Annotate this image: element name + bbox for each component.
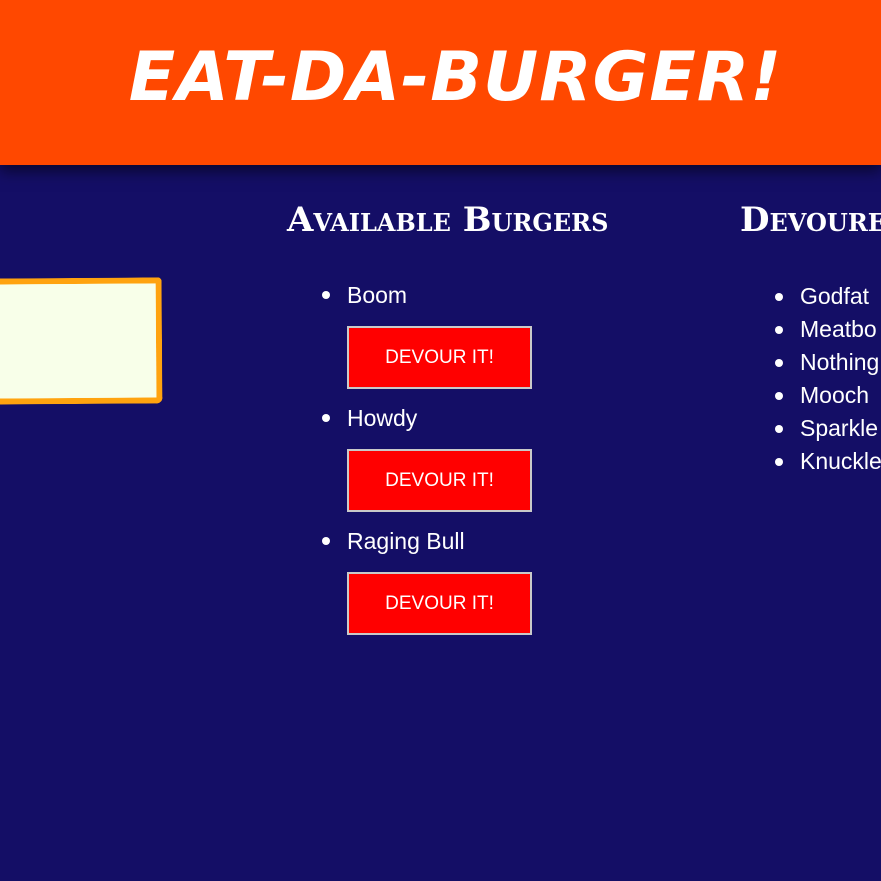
- available-burgers-heading: Available Burgers: [287, 200, 609, 240]
- list-item: Meatbo: [775, 313, 881, 346]
- burger-name: Raging Bull: [347, 527, 465, 554]
- list-item: Boom DEVOUR IT!: [322, 280, 532, 389]
- list-item: Knuckle: [775, 445, 881, 478]
- burger-name: Sparkle: [800, 415, 878, 441]
- page-title: EAT-DA-BURGER!: [128, 38, 783, 117]
- devour-button[interactable]: DEVOUR IT!: [347, 449, 532, 512]
- devoured-burgers-list: Godfat Meatbo Nothing Mooch Sparkle Knuc…: [775, 280, 881, 478]
- page-header: EAT-DA-BURGER!: [0, 0, 881, 165]
- bullet-icon: [322, 291, 330, 299]
- burger-name: Nothing: [800, 349, 880, 375]
- burger-name: Meatbo: [800, 316, 877, 342]
- devoured-burgers-heading: Devoure: [740, 200, 881, 240]
- devour-button[interactable]: DEVOUR IT!: [347, 572, 532, 635]
- burger-name: Boom: [347, 281, 408, 308]
- list-item: Sparkle: [775, 412, 881, 445]
- bullet-icon: [775, 358, 783, 367]
- list-item: Howdy DEVOUR IT!: [322, 403, 532, 512]
- list-item: Raging Bull DEVOUR IT!: [322, 526, 532, 635]
- bullet-icon: [775, 457, 783, 466]
- list-item: Nothing: [775, 346, 881, 379]
- burger-name: Howdy: [347, 404, 418, 431]
- burger-name: Knuckle: [800, 448, 881, 474]
- burger-name: Godfat: [800, 283, 870, 309]
- bullet-icon: [775, 292, 783, 301]
- burger-name: Mooch: [800, 382, 870, 408]
- list-item: Mooch: [775, 379, 881, 412]
- burger-name-input[interactable]: [0, 277, 163, 405]
- bullet-icon: [775, 391, 783, 400]
- bullet-icon: [775, 325, 783, 334]
- bullet-icon: [322, 537, 330, 545]
- bullet-icon: [775, 424, 783, 433]
- list-item: Godfat: [775, 280, 881, 313]
- available-burgers-list: Boom DEVOUR IT! Howdy DEVOUR IT! Raging …: [322, 280, 532, 649]
- devour-button[interactable]: DEVOUR IT!: [347, 326, 532, 389]
- bullet-icon: [322, 414, 330, 422]
